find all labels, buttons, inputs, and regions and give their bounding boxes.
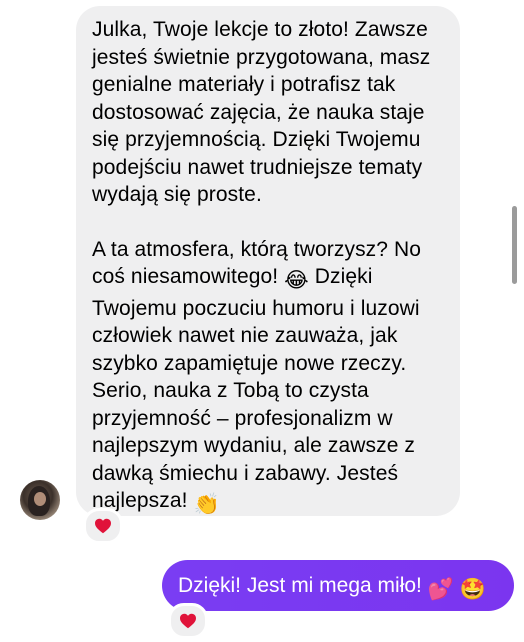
- incoming-message-bubble[interactable]: Julka, Twoje lekcje to złoto! Zawsze jes…: [76, 6, 460, 516]
- two-hearts-emoji-icon: 💕: [427, 578, 454, 601]
- scrollbar[interactable]: [512, 206, 517, 284]
- avatar[interactable]: [20, 480, 60, 520]
- incoming-message-reaction[interactable]: [83, 508, 123, 544]
- message-text: Dzięki! Jest mi mega miło!: [178, 574, 428, 597]
- outgoing-message-reaction[interactable]: [168, 603, 208, 639]
- avatar-face: [34, 492, 46, 506]
- message-text: Dzięki Twojemu poczuciu humoru i luzowi …: [92, 265, 420, 512]
- heart-icon: [95, 518, 111, 534]
- message-paragraph-1: Julka, Twoje lekcje to złoto! Zawsze jes…: [92, 18, 431, 206]
- laughing-emoji-icon: 😂: [284, 269, 309, 292]
- message-paragraph-2: A ta atmosfera, którą tworzysz? No coś n…: [92, 236, 446, 519]
- outgoing-message-bubble[interactable]: Dzięki! Jest mi mega miło! 💕 🤩: [162, 560, 514, 611]
- chat-thread: Julka, Twoje lekcje to złoto! Zawsze jes…: [0, 0, 524, 642]
- clapping-emoji-icon: 👏: [193, 493, 220, 516]
- heart-icon: [180, 613, 196, 629]
- star-struck-emoji-icon: 🤩: [459, 578, 486, 601]
